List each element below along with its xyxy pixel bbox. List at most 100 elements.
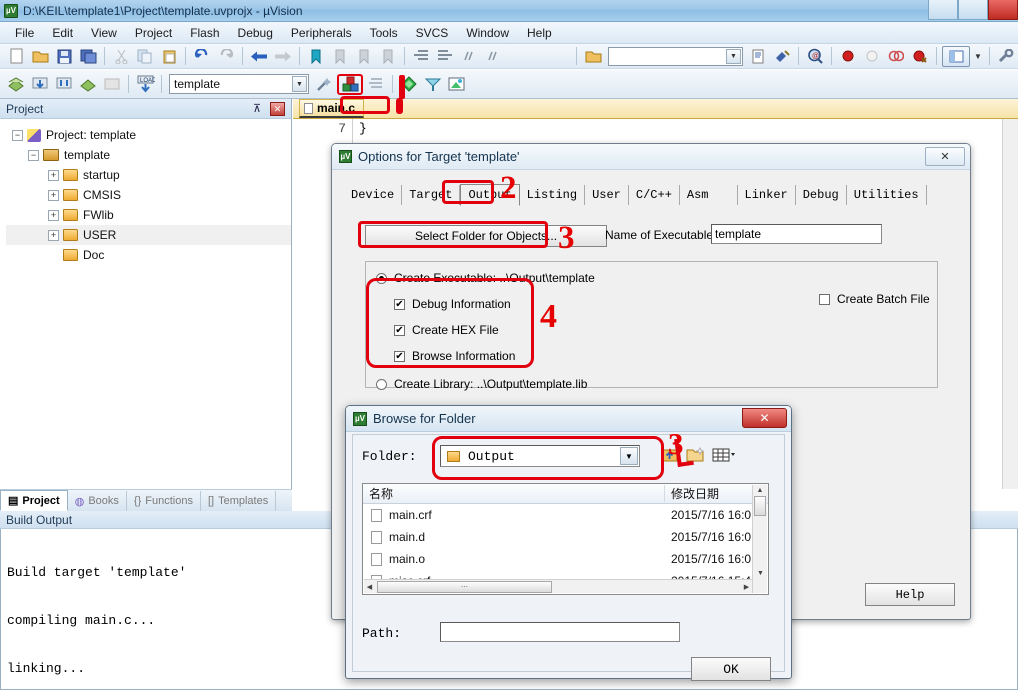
chevron-down-icon[interactable]: ▼: [292, 76, 307, 92]
chevron-down-icon[interactable]: ▼: [972, 46, 984, 67]
tab-target[interactable]: Target: [402, 185, 461, 205]
debug-information-checkbox-row[interactable]: ✔ Debug Information: [394, 297, 511, 311]
chevron-down-icon[interactable]: ▼: [726, 48, 741, 64]
tab-functions[interactable]: {} Functions: [127, 491, 201, 511]
create-library-option[interactable]: Create Library: ..\Output\template.lib: [376, 377, 587, 391]
settings-icon[interactable]: [995, 46, 1017, 67]
ok-button[interactable]: OK: [691, 657, 771, 681]
tree-item-doc[interactable]: Doc: [6, 245, 291, 265]
editor-tab-main-c[interactable]: main.c: [299, 99, 365, 118]
close-button[interactable]: ✕: [925, 147, 965, 166]
outdent-icon[interactable]: [434, 46, 456, 67]
file-list-horizontal-scrollbar[interactable]: ◀ ⋯ ▶: [364, 579, 752, 593]
tab-project[interactable]: ▤ Project: [0, 490, 68, 511]
tab-utilities[interactable]: Utilities: [847, 185, 927, 205]
build-icon[interactable]: [29, 74, 51, 95]
comment-icon[interactable]: [458, 46, 480, 67]
translate-icon[interactable]: [5, 74, 27, 95]
tree-item-template[interactable]: − template: [6, 145, 291, 165]
cut-icon[interactable]: [110, 46, 132, 67]
list-item[interactable]: main.o 2015/7/16 16:0: [363, 548, 768, 570]
menu-peripherals[interactable]: Peripherals: [282, 23, 361, 43]
new-file-icon[interactable]: [5, 46, 27, 67]
packs-icon[interactable]: [446, 74, 468, 95]
tab-user[interactable]: User: [585, 185, 629, 205]
back-icon[interactable]: [248, 46, 270, 67]
forward-icon[interactable]: [272, 46, 294, 67]
open-file-icon[interactable]: [582, 46, 604, 67]
minimize-button[interactable]: [928, 0, 958, 20]
help-button[interactable]: Help: [865, 583, 955, 606]
disable-breakpoint-icon[interactable]: [861, 46, 883, 67]
menu-flash[interactable]: Flash: [181, 23, 228, 43]
insert-file-icon[interactable]: [747, 46, 769, 67]
tab-device[interactable]: Device: [344, 185, 403, 205]
pin-icon[interactable]: ⊼: [253, 102, 261, 115]
editor-vertical-scrollbar[interactable]: [1002, 119, 1018, 489]
find-combo[interactable]: ▼: [608, 46, 743, 66]
menu-tools[interactable]: Tools: [361, 23, 407, 43]
checkbox-checked-icon[interactable]: ✔: [394, 350, 405, 362]
expander-plus-icon[interactable]: +: [48, 209, 59, 221]
expander-minus-icon[interactable]: −: [12, 129, 23, 141]
menu-window[interactable]: Window: [457, 23, 518, 43]
tab-debug[interactable]: Debug: [796, 185, 847, 205]
tree-item-startup[interactable]: + startup: [6, 165, 291, 185]
batch-build-icon[interactable]: [77, 74, 99, 95]
maximize-button[interactable]: [958, 0, 988, 20]
bookmark-search-icon[interactable]: @: [804, 46, 826, 67]
close-button[interactable]: ✕: [742, 408, 787, 428]
column-header-date[interactable]: 修改日期: [665, 485, 719, 502]
copy-icon[interactable]: [134, 46, 156, 67]
goto-icon[interactable]: [771, 46, 793, 67]
create-batch-file-checkbox-row[interactable]: Create Batch File: [819, 292, 930, 306]
menu-file[interactable]: File: [6, 23, 43, 43]
tab-linker[interactable]: Linker: [738, 185, 796, 205]
menu-svcs[interactable]: SVCS: [407, 23, 458, 43]
tab-listing[interactable]: Listing: [520, 185, 586, 205]
tree-item-fwlib[interactable]: + FWlib: [6, 205, 291, 225]
file-list-vertical-scrollbar[interactable]: ▲ ▼: [752, 485, 767, 593]
tab-asm[interactable]: Asm: [680, 185, 738, 205]
stop-build-icon[interactable]: [101, 74, 123, 95]
target-combo[interactable]: template ▼: [169, 74, 309, 94]
list-item[interactable]: main.d 2015/7/16 16:0: [363, 526, 768, 548]
tree-item-user[interactable]: + USER: [6, 225, 291, 245]
create-executable-option[interactable]: Create Executable: ..\Output\template: [376, 271, 595, 285]
expander-plus-icon[interactable]: +: [48, 169, 59, 181]
configure-icon[interactable]: [422, 74, 444, 95]
menu-edit[interactable]: Edit: [43, 23, 82, 43]
expander-minus-icon[interactable]: −: [28, 149, 39, 161]
bookmark-next-icon[interactable]: [353, 46, 375, 67]
menu-view[interactable]: View: [82, 23, 126, 43]
expander-plus-icon[interactable]: +: [48, 229, 59, 241]
menu-project[interactable]: Project: [126, 23, 181, 43]
save-icon[interactable]: [53, 46, 75, 67]
path-field[interactable]: [440, 622, 680, 642]
checkbox-checked-icon[interactable]: ✔: [394, 298, 405, 310]
browse-information-checkbox-row[interactable]: ✔ Browse Information: [394, 349, 515, 363]
indent-icon[interactable]: [410, 46, 432, 67]
checkbox-unchecked-icon[interactable]: [819, 293, 830, 305]
save-all-icon[interactable]: [77, 46, 99, 67]
scroll-down-arrow-icon[interactable]: ▼: [753, 568, 768, 579]
open-file-icon[interactable]: [29, 46, 51, 67]
bookmark-prev-icon[interactable]: [329, 46, 351, 67]
chevron-down-icon[interactable]: ▼: [620, 447, 638, 465]
kill-breakpoints-icon[interactable]: [909, 46, 931, 67]
tree-item-cmsis[interactable]: + CMSIS: [6, 185, 291, 205]
scroll-up-arrow-icon[interactable]: ▲: [753, 485, 767, 496]
folder-combo[interactable]: Output ▼: [440, 445, 640, 467]
create-hex-file-checkbox-row[interactable]: ✔ Create HEX File: [394, 323, 499, 337]
uncomment-icon[interactable]: [482, 46, 504, 67]
download-icon[interactable]: LOAD: [134, 74, 156, 95]
scroll-left-arrow-icon[interactable]: ◀: [364, 580, 375, 594]
editor-code[interactable]: }: [359, 119, 367, 136]
manage-components-icon[interactable]: [365, 74, 387, 95]
close-icon[interactable]: ✕: [270, 102, 285, 116]
breakpoint-all-icon[interactable]: [885, 46, 907, 67]
close-button[interactable]: [988, 0, 1018, 20]
checkbox-checked-icon[interactable]: ✔: [394, 324, 405, 336]
breakpoint-icon[interactable]: [837, 46, 859, 67]
scroll-right-arrow-icon[interactable]: ▶: [741, 580, 752, 594]
